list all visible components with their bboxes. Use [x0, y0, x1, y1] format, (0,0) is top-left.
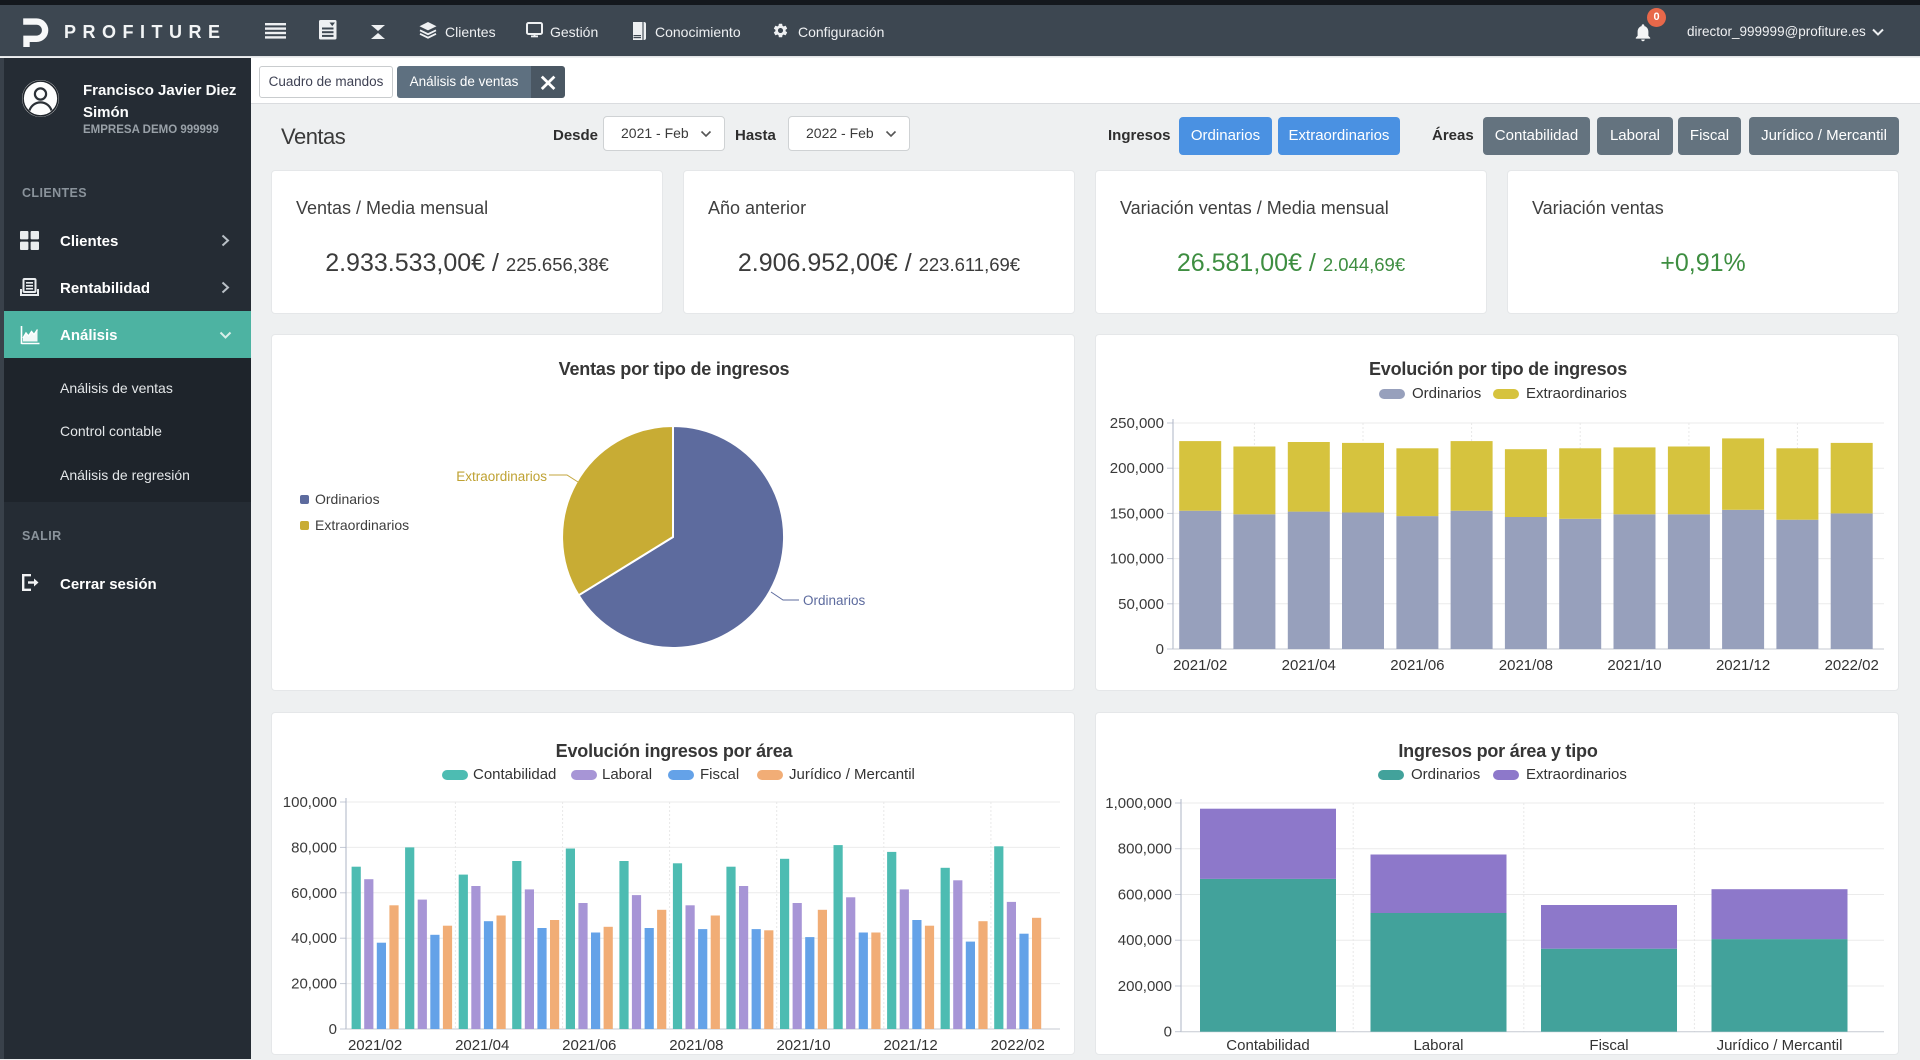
svg-text:Ordinarios: Ordinarios — [315, 491, 380, 507]
svg-text:0: 0 — [1164, 1024, 1172, 1041]
svg-text:800,000: 800,000 — [1118, 841, 1172, 858]
svg-text:Extraordinarios: Extraordinarios — [456, 469, 547, 484]
svg-text:2021/12: 2021/12 — [1716, 657, 1770, 674]
svg-text:60,000: 60,000 — [291, 885, 337, 902]
svg-text:2021/12: 2021/12 — [883, 1037, 937, 1054]
svg-text:80,000: 80,000 — [291, 839, 337, 856]
svg-text:Ordinarios: Ordinarios — [1412, 385, 1481, 402]
svg-text:Contabilidad: Contabilidad — [473, 766, 556, 783]
svg-text:150,000: 150,000 — [1110, 505, 1164, 522]
svg-text:Ventas por tipo de ingresos: Ventas por tipo de ingresos — [559, 359, 790, 379]
svg-text:2021/06: 2021/06 — [1390, 657, 1444, 674]
svg-text:Extraordinarios: Extraordinarios — [315, 517, 409, 533]
svg-text:2022/02: 2022/02 — [991, 1037, 1045, 1054]
svg-text:Laboral: Laboral — [1413, 1037, 1463, 1054]
svg-text:600,000: 600,000 — [1118, 887, 1172, 904]
svg-text:Jurídico / Mercantil: Jurídico / Mercantil — [789, 766, 915, 783]
svg-text:2021/02: 2021/02 — [1173, 657, 1227, 674]
svg-text:2021/10: 2021/10 — [776, 1037, 830, 1054]
svg-text:Evolución por tipo de ingresos: Evolución por tipo de ingresos — [1369, 359, 1627, 379]
svg-text:2021/04: 2021/04 — [455, 1037, 509, 1054]
svg-text:2021/04: 2021/04 — [1282, 657, 1336, 674]
svg-text:Ordinarios: Ordinarios — [1411, 766, 1480, 783]
svg-text:100,000: 100,000 — [1110, 551, 1164, 568]
svg-text:2022/02: 2022/02 — [1825, 657, 1879, 674]
svg-text:2021/08: 2021/08 — [669, 1037, 723, 1054]
svg-text:20,000: 20,000 — [291, 976, 337, 993]
svg-text:2021/02: 2021/02 — [348, 1037, 402, 1054]
svg-text:Laboral: Laboral — [602, 766, 652, 783]
svg-text:0: 0 — [1156, 641, 1164, 658]
svg-text:40,000: 40,000 — [291, 930, 337, 947]
svg-text:Extraordinarios: Extraordinarios — [1526, 766, 1627, 783]
svg-text:Ingresos por área y tipo: Ingresos por área y tipo — [1398, 741, 1597, 761]
svg-text:Ordinarios: Ordinarios — [803, 593, 866, 608]
svg-text:Fiscal: Fiscal — [1589, 1037, 1628, 1054]
svg-text:0: 0 — [329, 1021, 337, 1038]
svg-text:200,000: 200,000 — [1110, 460, 1164, 477]
svg-text:100,000: 100,000 — [283, 794, 337, 811]
svg-text:Contabilidad: Contabilidad — [1226, 1037, 1309, 1054]
svg-text:50,000: 50,000 — [1118, 596, 1164, 613]
svg-text:Extraordinarios: Extraordinarios — [1526, 385, 1627, 402]
svg-text:400,000: 400,000 — [1118, 932, 1172, 949]
svg-text:2021/06: 2021/06 — [562, 1037, 616, 1054]
svg-text:250,000: 250,000 — [1110, 415, 1164, 432]
svg-text:Fiscal: Fiscal — [700, 766, 739, 783]
svg-text:Jurídico / Mercantil: Jurídico / Mercantil — [1717, 1037, 1843, 1054]
svg-text:1,000,000: 1,000,000 — [1105, 795, 1172, 812]
svg-text:200,000: 200,000 — [1118, 978, 1172, 995]
svg-text:2021/10: 2021/10 — [1607, 657, 1661, 674]
svg-text:2021/08: 2021/08 — [1499, 657, 1553, 674]
svg-text:Evolución ingresos por área: Evolución ingresos por área — [556, 741, 794, 761]
